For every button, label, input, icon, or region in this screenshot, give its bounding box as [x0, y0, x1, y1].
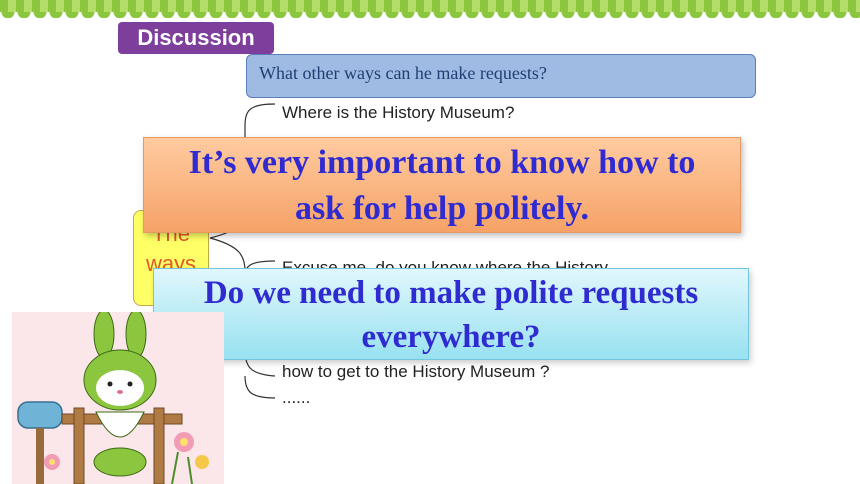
question-box: What other ways can he make requests?: [246, 54, 756, 98]
example-line-4: ......: [282, 388, 311, 407]
discussion-tag-label: Discussion: [137, 25, 255, 50]
bunny-mailbox-illustration: [12, 312, 224, 484]
important-callout-line-1: It’s very important to know how to: [188, 144, 696, 181]
polite-question-callout: Do we need to make polite requests every…: [153, 268, 749, 360]
top-border-scallop: [0, 12, 860, 18]
discussion-tag: Discussion: [118, 22, 274, 54]
polite-question-line-2: everywhere?: [361, 319, 541, 355]
polite-question-line-1: Do we need to make polite requests: [203, 275, 699, 311]
top-decorative-border: [0, 0, 860, 12]
question-text: What other ways can he make requests?: [259, 63, 547, 83]
example-line-1: Where is the History Museum?: [282, 103, 515, 122]
important-callout: It’s very important to know how to ask f…: [143, 137, 741, 233]
important-callout-line-2: ask for help politely.: [294, 190, 590, 227]
example-line-3: how to get to the History Museum ?: [282, 362, 550, 381]
